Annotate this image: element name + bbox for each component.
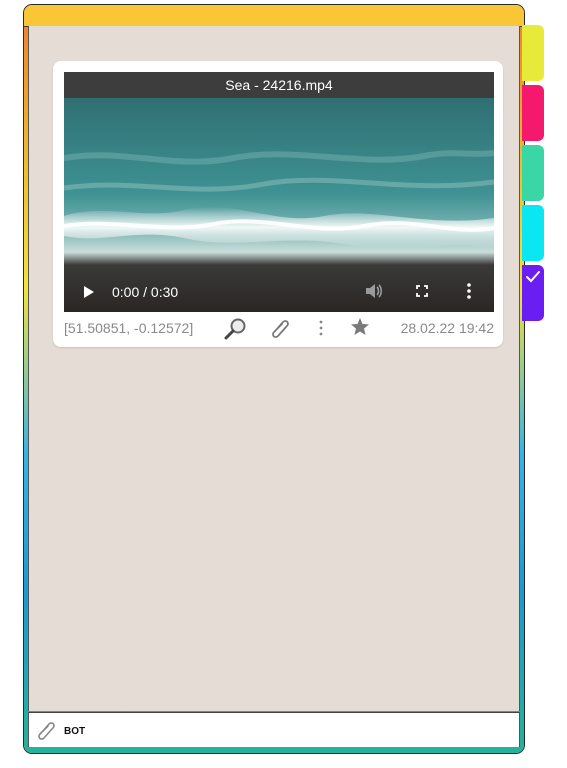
more-vertical-icon[interactable] (318, 320, 324, 336)
tab-cyan[interactable] (522, 205, 544, 261)
video-controls: 0:00 / 0:30 (64, 270, 494, 312)
video-title: Sea - 24216.mp4 (64, 72, 494, 98)
tab-green[interactable] (522, 145, 544, 201)
tab-pink[interactable] (522, 85, 544, 141)
paperclip-icon[interactable] (37, 720, 57, 742)
star-icon[interactable] (350, 317, 370, 337)
author-label[interactable]: BOT (64, 726, 85, 737)
notebook-frame: Sea - 24216.mp4 0:00 / 0:30 [51.50851, -… (24, 5, 524, 753)
magnifier-icon[interactable] (224, 317, 248, 341)
frame-header (24, 5, 524, 27)
message-timestamp: 28.02.22 19:42 (400, 320, 494, 336)
more-vertical-icon[interactable] (466, 283, 472, 299)
composer-bar: BOT (28, 712, 520, 747)
message-meta-row: [51.50851, -0.12572] 28.02.22 19:42 (64, 317, 494, 341)
paperclip-icon[interactable] (269, 317, 293, 341)
fullscreen-icon[interactable] (416, 285, 428, 297)
location-coordinates[interactable]: [51.50851, -0.12572] (64, 320, 193, 336)
tab-purple-selected[interactable] (522, 265, 544, 321)
message-pane: Sea - 24216.mp4 0:00 / 0:30 [51.50851, -… (28, 26, 520, 711)
check-icon (526, 271, 540, 283)
video-player[interactable]: Sea - 24216.mp4 0:00 / 0:30 (64, 72, 494, 312)
video-message-card: Sea - 24216.mp4 0:00 / 0:30 [51.50851, -… (53, 61, 503, 347)
video-timecode: 0:00 / 0:30 (112, 284, 179, 300)
play-icon[interactable] (83, 285, 95, 299)
volume-icon[interactable] (365, 283, 383, 299)
tab-yellow[interactable] (522, 25, 544, 81)
